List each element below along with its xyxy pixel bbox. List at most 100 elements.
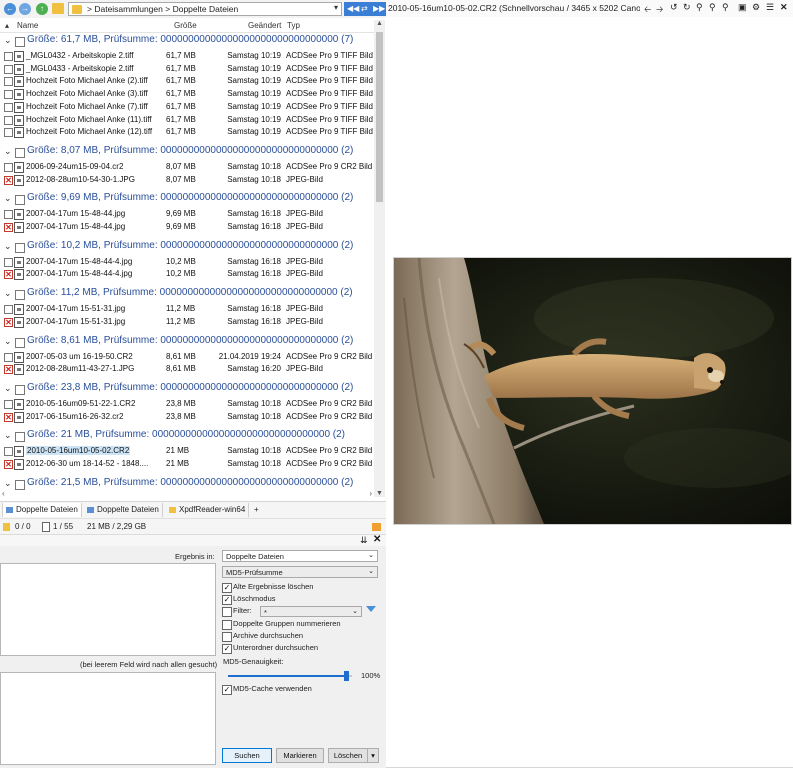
forward-arrow-icon[interactable]: → <box>19 3 31 15</box>
checkbox[interactable]: ✓ <box>222 644 232 654</box>
chevron-down-icon[interactable]: ⌄ <box>4 478 12 489</box>
swap-icon[interactable]: ⇄ <box>361 4 368 13</box>
file-row[interactable]: ✕ 2012-08-28um11-43-27-1.JPG 8,61 MB Samsta… <box>0 363 374 376</box>
duplicate-group-header[interactable]: ⌄ Größe: 8,61 MB, Prüfsumme: 000000000000… <box>0 335 374 348</box>
file-row[interactable]: Hochzeit Foto Michael Anke (7).tiff 61,7 … <box>0 101 374 113</box>
scroll-up-icon[interactable]: ▲ <box>376 20 383 27</box>
filter-funnel-icon[interactable] <box>366 606 376 612</box>
duplicate-group-header[interactable]: ⌄ Größe: 9,69 MB, Prüfsumme: 000000000000… <box>0 192 374 206</box>
group-checkbox[interactable] <box>15 384 25 395</box>
row-checkbox[interactable] <box>4 90 13 100</box>
row-checkbox[interactable] <box>4 352 13 362</box>
group-checkbox[interactable] <box>15 195 25 206</box>
file-row[interactable]: ✕ 2012-08-28um10-54-30-1.JPG 8,07 MB Samsta… <box>0 174 374 186</box>
row-checkbox[interactable] <box>4 64 13 74</box>
file-row[interactable]: 2007-04-17um 15-51-31.jpg 11,2 MB Samstag … <box>0 303 374 316</box>
mark-button[interactable]: Markieren <box>276 748 324 763</box>
breadcrumb-collections[interactable]: Dateisammlungen <box>94 4 163 14</box>
up-arrow-icon[interactable]: ↑ <box>36 3 48 15</box>
duplicate-group-header[interactable]: ⌄ Größe: 21 MB, Prüfsumme: 00000000000000… <box>0 429 374 443</box>
menu-icon[interactable]: ☰ <box>766 2 774 13</box>
result-in-select[interactable]: Doppelte Dateien ⌄ <box>222 550 378 562</box>
file-row[interactable]: 2007-04-17um 15-48-44-4.jpg 10,2 MB Samsta… <box>0 256 374 268</box>
marked-delete-icon[interactable]: ✕ <box>4 175 13 185</box>
delete-button[interactable]: Löschen <box>328 748 368 763</box>
chevron-down-icon[interactable]: ⌄ <box>4 288 12 299</box>
chevron-down-icon[interactable]: ⌄ <box>4 430 12 441</box>
file-row[interactable]: _MGL0433 - Arbeitskopie 2.tiff 61,7 MB Sam… <box>0 63 374 75</box>
row-checkbox[interactable] <box>4 52 13 61</box>
row-checkbox[interactable] <box>4 257 13 267</box>
settings-icon[interactable]: ⚙ <box>752 2 760 13</box>
file-row[interactable]: 2007-04-17um 15-48-44.jpg 9,69 MB Samstag … <box>0 208 374 221</box>
file-row[interactable]: ✕ 2012-06-30 um 18-14-52 - 1848.... 21 MB S… <box>0 458 374 470</box>
checkbox[interactable]: ✓ <box>222 583 232 593</box>
rotate-right-icon[interactable]: ↻ <box>683 2 691 13</box>
group-checkbox[interactable] <box>15 337 25 348</box>
file-row[interactable]: 2010-05-16um10-05-02.CR2 21 MB Samstag 10:… <box>0 445 374 458</box>
address-bar[interactable]: > Dateisammlungen > Doppelte Dateien ▾ <box>68 2 342 16</box>
search-button[interactable]: Suchen <box>222 748 272 763</box>
folder-icon[interactable] <box>52 3 64 14</box>
chevron-down-icon[interactable]: ⌄ <box>4 336 12 347</box>
row-checkbox[interactable] <box>4 447 13 457</box>
sync-left-icon[interactable]: ◀◀ <box>347 4 359 13</box>
chevron-down-icon[interactable]: ⌄ <box>4 241 12 252</box>
checkbox[interactable]: ✓ <box>222 595 232 605</box>
checkbox[interactable] <box>222 632 232 642</box>
file-row[interactable]: Hochzeit Foto Michael Anke (3).tiff 61,7 … <box>0 88 374 101</box>
row-checkbox[interactable] <box>4 77 13 87</box>
file-row[interactable]: ✕ 2007-04-17um 15-51-31.jpg 11,2 MB Samstag… <box>0 316 374 328</box>
slider-thumb[interactable] <box>344 671 349 681</box>
fit-icon[interactable]: ⚲ <box>722 2 729 13</box>
close-icon[interactable]: ✕ <box>373 534 381 545</box>
chevron-down-icon[interactable]: ⌄ <box>4 383 12 394</box>
image-icon[interactable]: ▣ <box>738 2 747 13</box>
marked-delete-icon[interactable]: ✕ <box>4 317 13 327</box>
breadcrumb-duplicates[interactable]: Doppelte Dateien <box>173 4 239 14</box>
zoom-out-icon[interactable]: ⚲ <box>709 2 716 13</box>
filter-input[interactable]: * ⌄ <box>260 606 362 617</box>
group-checkbox[interactable] <box>15 147 25 158</box>
duplicate-group-header[interactable]: ⌄ Größe: 8,07 MB, Prüfsumme: 000000000000… <box>0 145 374 158</box>
row-checkbox[interactable] <box>4 305 13 315</box>
compare-method-select[interactable]: MD5-Prüfsumme ⌄ <box>222 566 378 578</box>
sync-right-icon[interactable]: ▶▶ <box>373 4 385 13</box>
chevron-down-icon[interactable]: ⌄ <box>4 193 12 204</box>
duplicate-file-list[interactable]: ⌄ Größe: 61,7 MB, Prüfsumme: 000000000000… <box>0 33 374 492</box>
rotate-left-icon[interactable]: ↺ <box>670 2 678 13</box>
chevron-down-icon[interactable]: ▾ <box>334 3 338 12</box>
chevron-down-icon[interactable]: ⌄ <box>4 146 12 157</box>
back-arrow-icon[interactable]: ← <box>4 3 16 15</box>
row-checkbox[interactable] <box>4 128 13 138</box>
row-checkbox[interactable] <box>4 162 13 172</box>
marked-delete-icon[interactable]: ✕ <box>4 460 13 469</box>
duplicate-group-header[interactable]: ⌄ Größe: 11,2 MB, Prüfsumme: 000000000000… <box>0 287 374 301</box>
checkbox[interactable]: ✓ <box>222 685 232 695</box>
tab-duplicates-2[interactable]: Doppelte Dateien <box>84 503 163 517</box>
duplicate-group-header[interactable]: ⌄ Größe: 21,5 MB, Prüfsumme: 000000000000… <box>0 477 374 490</box>
md5-accuracy-slider[interactable] <box>228 671 352 681</box>
row-checkbox[interactable] <box>4 102 13 112</box>
duplicate-group-header[interactable]: ⌄ Größe: 10,2 MB, Prüfsumme: 000000000000… <box>0 240 374 253</box>
tab-xpdfreader[interactable]: XpdfReader-win64 <box>166 503 250 517</box>
file-row[interactable]: Hochzeit Foto Michael Anke (11).tiff 61,7… <box>0 114 374 126</box>
file-row[interactable]: Hochzeit Foto Michael Anke (12).tiff 61,7… <box>0 126 374 139</box>
close-icon[interactable]: ✕ <box>780 2 788 13</box>
file-row[interactable]: ✕ 2007-04-17um 15-48-44-4.jpg 10,2 MB Samst… <box>0 268 374 281</box>
scroll-down-icon[interactable]: ▼ <box>376 490 383 497</box>
chevron-down-icon[interactable]: ⌄ <box>4 35 12 46</box>
vertical-scrollbar[interactable]: ▲ ▼ <box>374 20 385 497</box>
search-paths-field[interactable] <box>0 563 216 656</box>
file-row[interactable]: 2007-05-03 um 16-19-50.CR2 8,61 MB 21.04.2… <box>0 351 374 363</box>
file-row[interactable]: ✕ 2007-04-17um 15-48-44.jpg 9,69 MB Samstag… <box>0 221 374 233</box>
lock-icon[interactable] <box>372 523 381 531</box>
column-changed[interactable]: Geändert <box>248 21 281 30</box>
scroll-right-icon[interactable]: › <box>369 489 372 498</box>
column-type[interactable]: Typ <box>287 21 300 30</box>
add-tab-button[interactable]: + <box>251 503 262 517</box>
group-checkbox[interactable] <box>15 37 25 47</box>
group-checkbox[interactable] <box>15 290 25 301</box>
next-arrow-icon[interactable]: 🡢 <box>656 2 663 18</box>
scroll-left-icon[interactable]: ‹ <box>2 489 5 498</box>
